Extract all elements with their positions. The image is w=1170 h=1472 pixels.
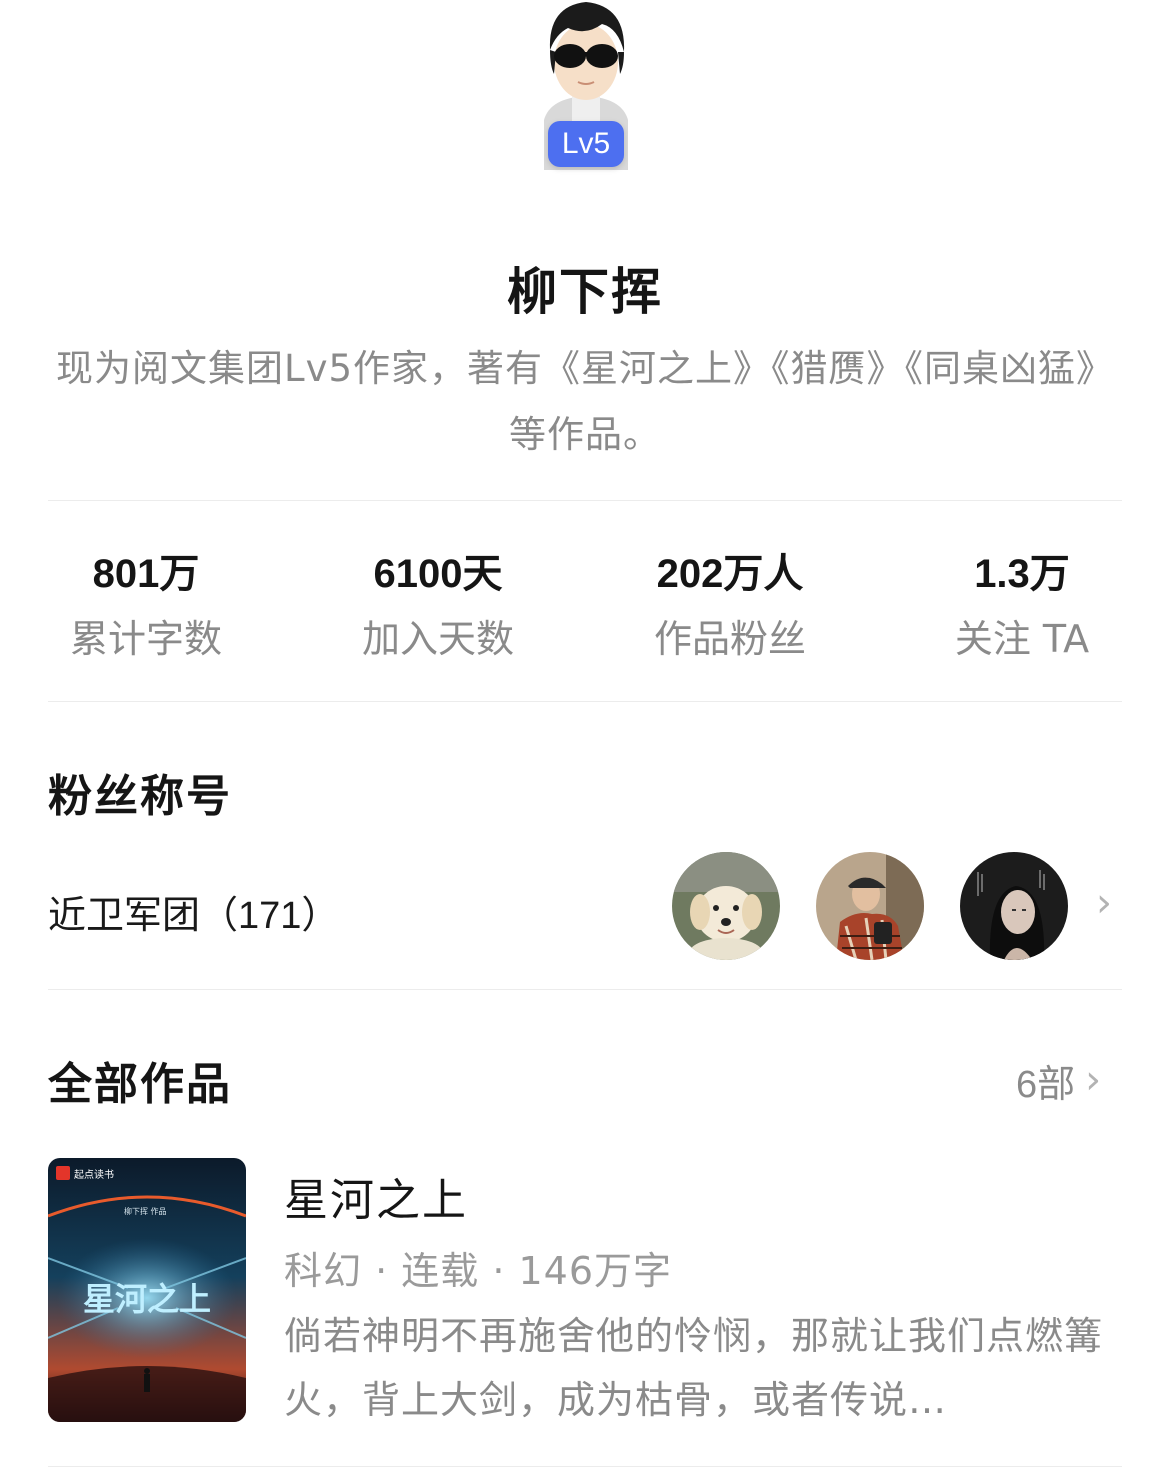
stat-label: 作品粉丝 <box>653 617 806 661</box>
stat-label: 加入天数 <box>361 617 514 661</box>
chevron-right-icon: › <box>1085 1057 1102 1103</box>
author-bio: 现为阅文集团Lv5作家，著有《星河之上》《猎赝》《同桌凶猛》等作品。 <box>55 347 1115 456</box>
cover-brand: 起点读书 <box>74 1168 114 1181</box>
divider <box>48 989 1122 990</box>
dog-avatar-icon <box>672 852 780 960</box>
works-count-link[interactable]: 6部 › <box>1016 1052 1101 1108</box>
stat-value: 1.3万 <box>974 552 1070 596</box>
chevron-right-icon: › <box>1096 880 1112 926</box>
book-title[interactable]: 星河之上 <box>284 1164 468 1228</box>
cap-person-avatar-icon <box>816 852 924 960</box>
cover-author: 柳下挥 作品 <box>124 1206 167 1216</box>
stats-row: 801万 累计字数 6100天 加入天数 202万人 作品粉丝 1.3万 关注 … <box>0 546 1170 676</box>
stat-days-joined[interactable]: 6100天 加入天数 <box>292 546 584 664</box>
stat-label: 累计字数 <box>69 617 222 661</box>
works-count: 6部 <box>1016 1063 1076 1106</box>
stat-value: 6100天 <box>373 552 503 596</box>
stat-value: 202万人 <box>656 552 804 596</box>
woman-portrait-avatar-icon <box>960 852 1068 960</box>
book-cover[interactable]: 起点读书 柳下挥 作品 星河之上 <box>48 1158 246 1422</box>
book-meta: 科幻 · 连载 · 146万字 <box>284 1249 673 1293</box>
stat-label: 关注 TA <box>954 617 1090 661</box>
works-section-title: 全部作品 <box>48 1059 232 1110</box>
book-description: 倘若神明不再施舍他的怜悯，那就让我们点燃篝火，背上大剑，成为枯骨，或者传说… <box>284 1314 1104 1422</box>
fan-group-name: 近卫军团（171） <box>48 895 340 937</box>
author-name: 柳下挥 <box>507 263 663 321</box>
stat-work-fans[interactable]: 202万人 作品粉丝 <box>584 546 876 664</box>
divider <box>48 701 1122 702</box>
stat-following[interactable]: 1.3万 关注 TA <box>876 546 1168 664</box>
fan-section-title: 粉丝称号 <box>48 771 232 822</box>
fan-group-row[interactable]: 近卫军团（171） › <box>48 852 1122 964</box>
stat-value: 801万 <box>92 552 200 596</box>
divider <box>48 500 1122 501</box>
stat-total-words[interactable]: 801万 累计字数 <box>0 546 292 664</box>
level-badge: Lv5 <box>548 121 624 167</box>
author-avatar[interactable]: Lv5 <box>530 0 642 170</box>
divider <box>48 1466 1122 1467</box>
cover-title: 星河之上 <box>83 1280 211 1318</box>
